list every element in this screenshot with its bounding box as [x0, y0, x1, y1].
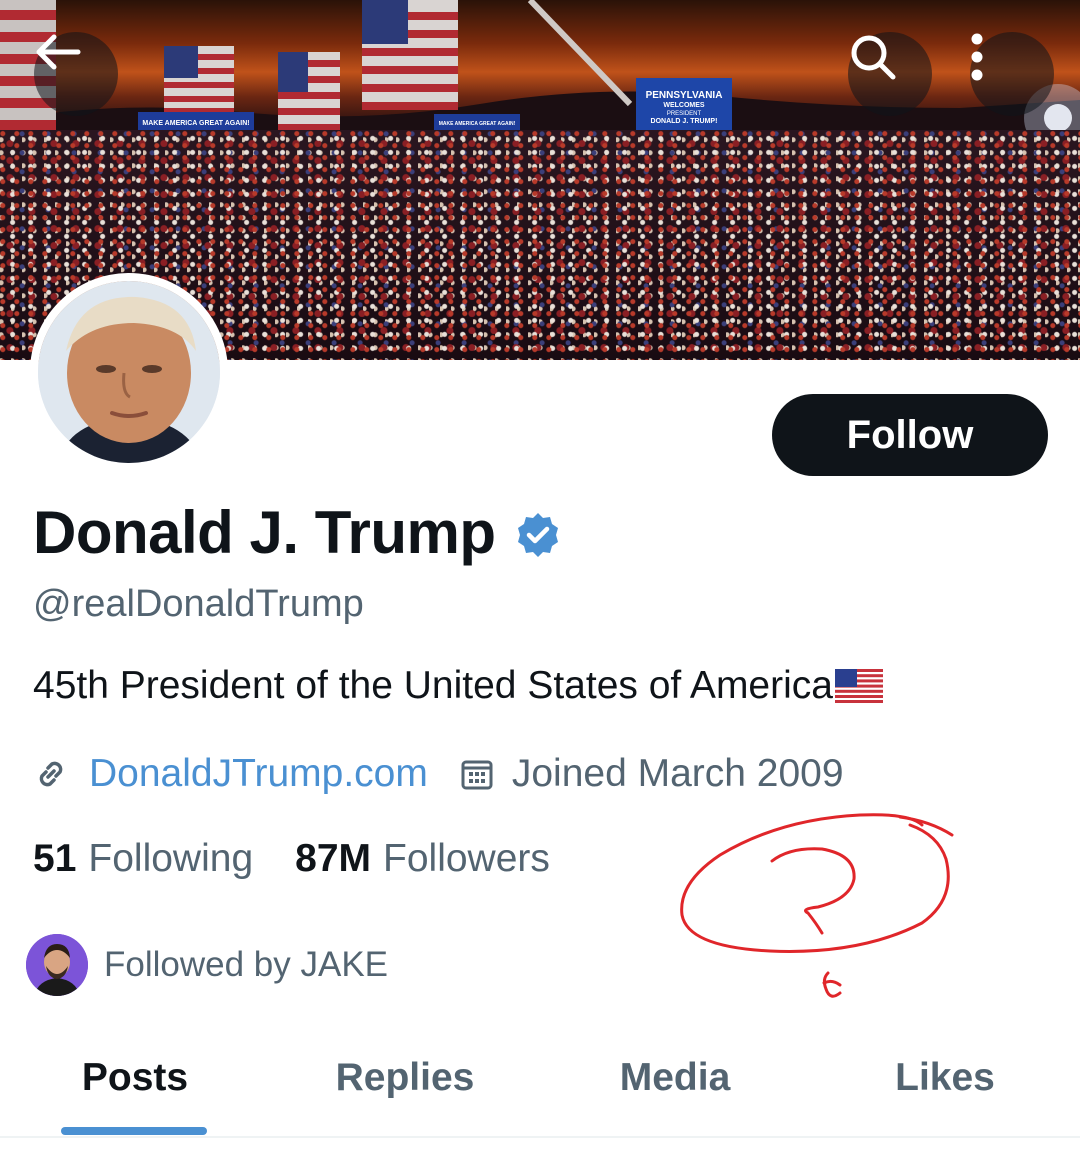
- svg-text:MAKE AMERICA GREAT AGAIN!: MAKE AMERICA GREAT AGAIN!: [142, 120, 249, 127]
- follow-button[interactable]: Follow: [772, 394, 1048, 476]
- followed-by-text: Followed by JAKE: [104, 945, 389, 984]
- arrow-left-icon: [36, 34, 81, 70]
- search-button[interactable]: [848, 32, 932, 116]
- following-label: Following: [88, 837, 254, 880]
- tab-posts[interactable]: Posts: [0, 1040, 270, 1136]
- tabs-divider: [0, 1136, 1080, 1138]
- active-tab-indicator: [61, 1127, 207, 1135]
- tab-replies[interactable]: Replies: [270, 1040, 540, 1136]
- profile-name: Donald J. Trump: [33, 499, 496, 566]
- follower-avatar: [26, 934, 88, 996]
- bio-text: 45th President of the United States of A…: [33, 664, 833, 707]
- followers-count: 87M: [295, 837, 372, 880]
- joined-date: Joined March 2009: [511, 752, 844, 795]
- red-scribble-annotation: [680, 813, 954, 998]
- svg-text:MAKE AMERICA GREAT AGAIN!: MAKE AMERICA GREAT AGAIN!: [439, 121, 516, 127]
- tab-likes[interactable]: Likes: [810, 1040, 1080, 1136]
- svg-text:PENNSYLVANIA: PENNSYLVANIA: [646, 90, 723, 101]
- svg-text:PRESIDENT: PRESIDENT: [667, 111, 702, 117]
- svg-text:DONALD J. TRUMP!: DONALD J. TRUMP!: [651, 118, 718, 125]
- svg-text:WELCOMES: WELCOMES: [663, 102, 705, 109]
- back-button[interactable]: [34, 32, 118, 116]
- verified-badge-icon[interactable]: [514, 511, 562, 559]
- profile-stats: 51 Following 87M Followers: [33, 837, 550, 881]
- followers-stat[interactable]: 87M Followers: [295, 837, 550, 881]
- following-count: 51: [33, 837, 77, 880]
- more-vertical-icon: [971, 33, 983, 81]
- more-options-button[interactable]: [970, 32, 1054, 116]
- following-stat[interactable]: 51 Following: [33, 837, 253, 881]
- followed-by-row[interactable]: Followed by JAKE: [26, 934, 388, 996]
- profile-photo: [38, 281, 220, 463]
- tab-media[interactable]: Media: [540, 1040, 810, 1136]
- profile-handle: @realDonaldTrump: [33, 583, 364, 625]
- link-icon: [39, 761, 63, 787]
- profile-avatar[interactable]: [30, 273, 228, 471]
- website-link[interactable]: DonaldJTrump.com: [89, 752, 428, 796]
- calendar-icon: [461, 760, 493, 790]
- search-icon: [851, 35, 896, 80]
- profile-bio: 45th President of the United States of A…: [33, 664, 883, 708]
- profile-name-row: Donald J. Trump: [33, 498, 562, 567]
- followers-label: Followers: [383, 837, 550, 880]
- us-flag-emoji: [834, 669, 883, 703]
- profile-meta-row: DonaldJTrump.com Joined March 2009: [33, 752, 844, 796]
- profile-tabs: Posts Replies Media Likes: [0, 1040, 1080, 1136]
